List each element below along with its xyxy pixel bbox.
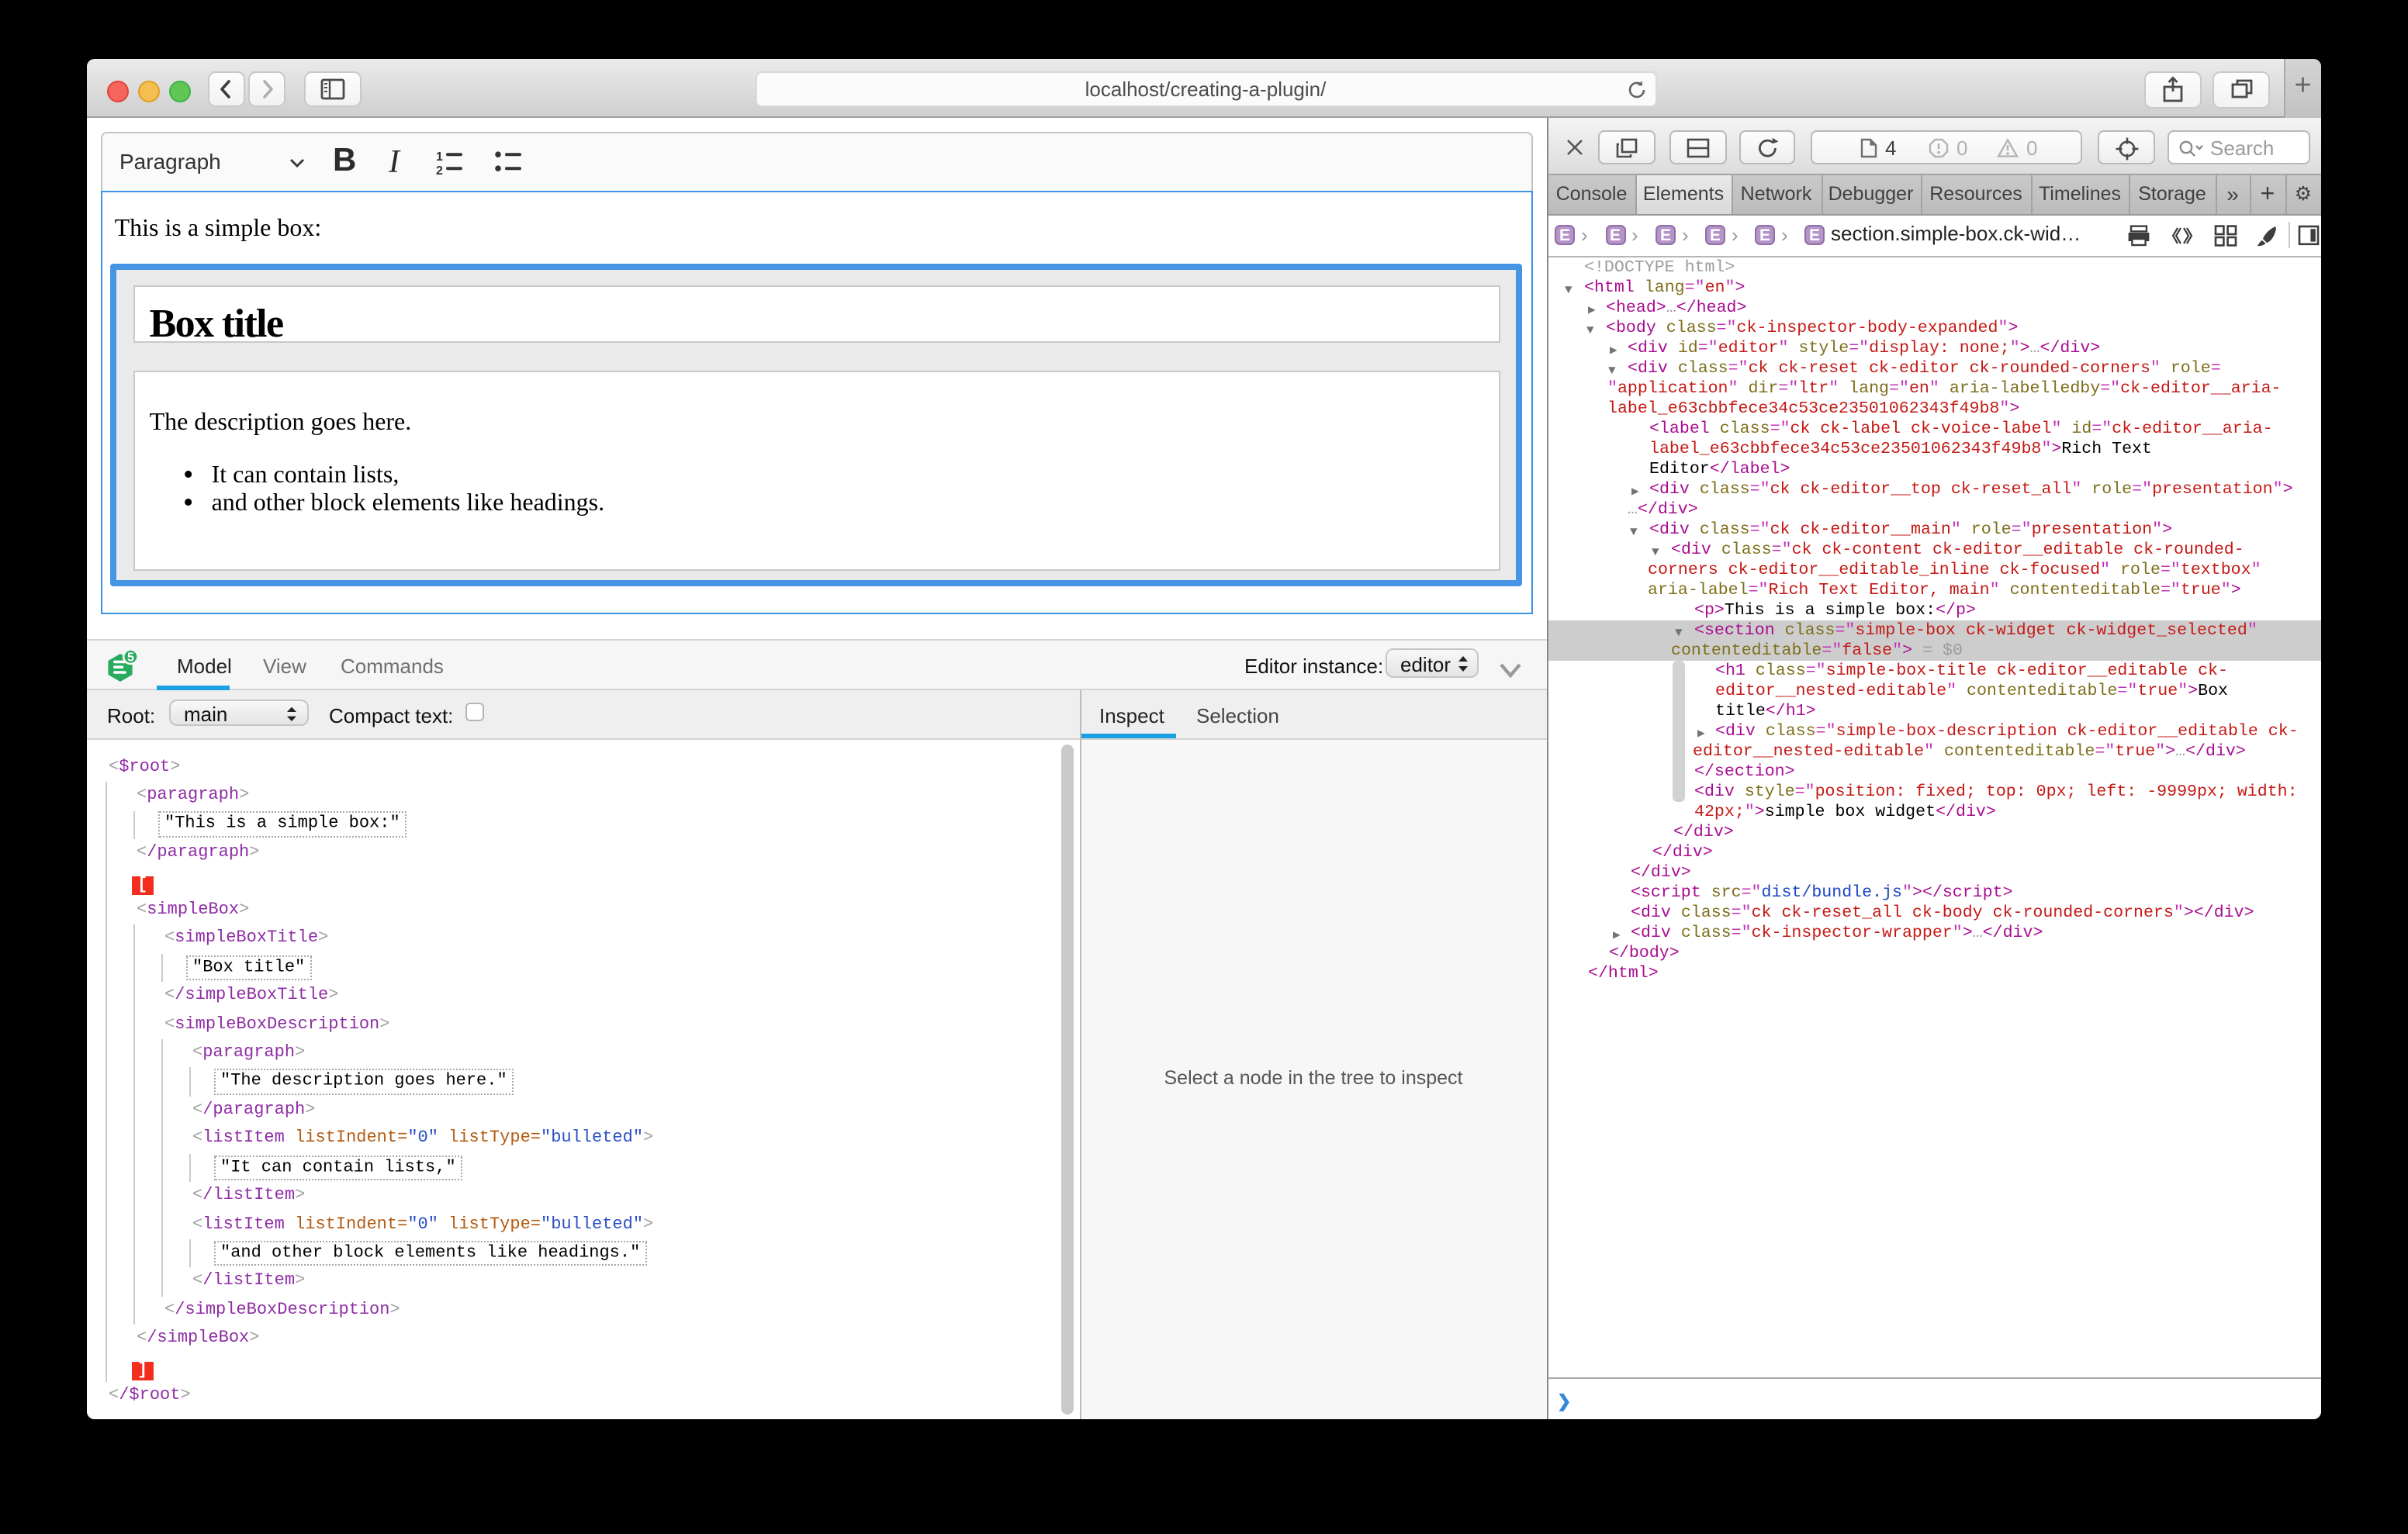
svg-text:2: 2 — [435, 164, 442, 176]
svg-text:5: 5 — [126, 651, 133, 665]
svg-text:1: 1 — [435, 150, 442, 163]
